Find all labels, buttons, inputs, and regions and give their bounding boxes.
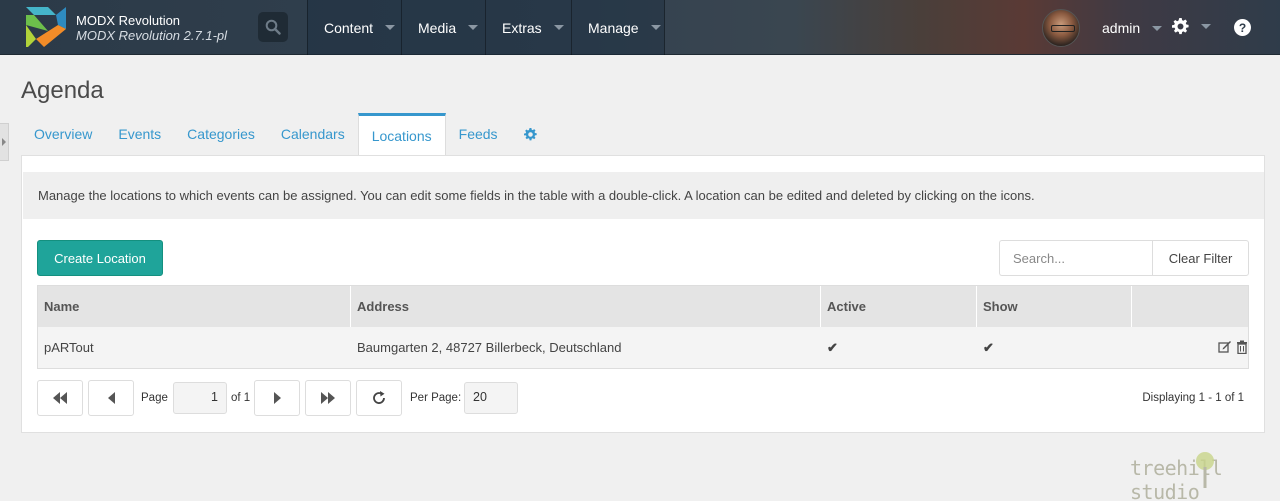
tab-locations[interactable]: Locations <box>357 113 446 156</box>
column-header-actions <box>1132 286 1248 327</box>
trash-icon[interactable] <box>1236 340 1248 354</box>
chevron-down-icon <box>468 25 479 30</box>
prev-page-button[interactable] <box>88 380 134 416</box>
edit-icon[interactable] <box>1218 340 1232 354</box>
menu-content[interactable]: Content <box>307 0 401 55</box>
refresh-icon <box>373 391 385 404</box>
column-header-name[interactable]: Name <box>38 286 351 327</box>
treehill-studio-logo: treehill studio <box>1130 452 1270 501</box>
table-row[interactable]: pARTout Baumgarten 2, 48727 Billerbeck, … <box>38 327 1248 368</box>
cell-address[interactable]: Baumgarten 2, 48727 Billerbeck, Deutschl… <box>351 327 821 368</box>
gear-icon <box>523 127 537 140</box>
settings-menu[interactable] <box>1172 18 1211 35</box>
help-button[interactable]: ? <box>1234 19 1251 36</box>
first-page-button[interactable] <box>37 380 83 416</box>
double-chevron-right-icon <box>321 392 335 404</box>
tree-icon <box>1196 452 1214 488</box>
menu-extras-label: Extras <box>502 19 542 36</box>
app-version: MODX Revolution 2.7.1-pl <box>76 28 228 43</box>
locations-table: Name Address Active Show pARTout Baumgar… <box>37 285 1249 369</box>
cell-actions <box>1132 327 1248 368</box>
chevron-down-icon <box>553 25 564 30</box>
app-name: MODX Revolution <box>76 13 181 28</box>
modx-logo-icon[interactable] <box>26 7 66 47</box>
cell-show-check-icon[interactable]: ✔ <box>977 327 1132 368</box>
per-page-input[interactable]: 20 <box>464 382 518 414</box>
menu-extras[interactable]: Extras <box>485 0 571 55</box>
tab-calendars[interactable]: Calendars <box>268 113 358 155</box>
tab-feeds[interactable]: Feeds <box>446 113 511 155</box>
column-header-address[interactable]: Address <box>351 286 821 327</box>
user-menu[interactable]: admin <box>1042 9 1163 47</box>
chevron-left-icon <box>107 392 115 404</box>
sidebar-expand-handle[interactable] <box>0 123 9 161</box>
search-input[interactable]: Search... <box>999 240 1152 276</box>
page-number-input[interactable]: 1 <box>173 382 227 414</box>
menu-manage[interactable]: Manage <box>571 0 665 55</box>
tab-events[interactable]: Events <box>105 113 174 155</box>
chevron-down-icon <box>1201 24 1211 29</box>
chevron-down-icon <box>1152 25 1163 31</box>
menu-media-label: Media <box>418 19 457 36</box>
user-name: admin <box>1102 20 1141 36</box>
help-icon: ? <box>1238 20 1247 35</box>
last-page-button[interactable] <box>305 380 351 416</box>
page-label: Page <box>141 392 168 404</box>
gear-icon <box>1172 18 1189 35</box>
locations-panel: Manage the locations to which events can… <box>21 155 1265 433</box>
column-header-show[interactable]: Show <box>977 286 1132 327</box>
column-header-active[interactable]: Active <box>821 286 977 327</box>
tab-bar: Overview Events Categories Calendars Loc… <box>21 113 550 156</box>
menu-manage-label: Manage <box>588 19 639 36</box>
create-location-button[interactable]: Create Location <box>37 240 163 276</box>
panel-description: Manage the locations to which events can… <box>23 172 1264 219</box>
main-menu: Content Media Extras Manage <box>307 0 665 55</box>
menu-media[interactable]: Media <box>401 0 485 55</box>
chevron-right-icon <box>273 392 281 404</box>
top-navigation-bar: MODX Revolution MODX Revolution 2.7.1-pl… <box>0 0 1280 55</box>
page-title: Agenda <box>21 77 104 104</box>
pagination-toolbar: Page 1 of 1 Per Page: 20 Displaying 1 - … <box>37 380 1249 416</box>
displaying-status: Displaying 1 - 1 of 1 <box>1142 392 1244 404</box>
refresh-button[interactable] <box>356 380 402 416</box>
cell-name[interactable]: pARTout <box>38 327 351 368</box>
double-chevron-left-icon <box>53 392 67 404</box>
tab-settings[interactable] <box>511 113 550 155</box>
search-button[interactable] <box>258 12 288 42</box>
chevron-down-icon <box>385 25 396 30</box>
clear-filter-button[interactable]: Clear Filter <box>1152 240 1249 276</box>
brand: MODX Revolution MODX Revolution 2.7.1-pl <box>76 13 227 43</box>
page-of-label: of 1 <box>231 392 251 404</box>
avatar <box>1042 9 1080 47</box>
cell-active-check-icon[interactable]: ✔ <box>821 327 977 368</box>
tab-categories[interactable]: Categories <box>174 113 268 155</box>
search-icon <box>265 19 281 35</box>
next-page-button[interactable] <box>254 380 300 416</box>
menu-content-label: Content <box>324 19 374 36</box>
chevron-down-icon <box>650 25 661 30</box>
per-page-label: Per Page: <box>410 392 462 404</box>
tab-overview[interactable]: Overview <box>21 113 105 155</box>
table-header: Name Address Active Show <box>38 286 1248 327</box>
